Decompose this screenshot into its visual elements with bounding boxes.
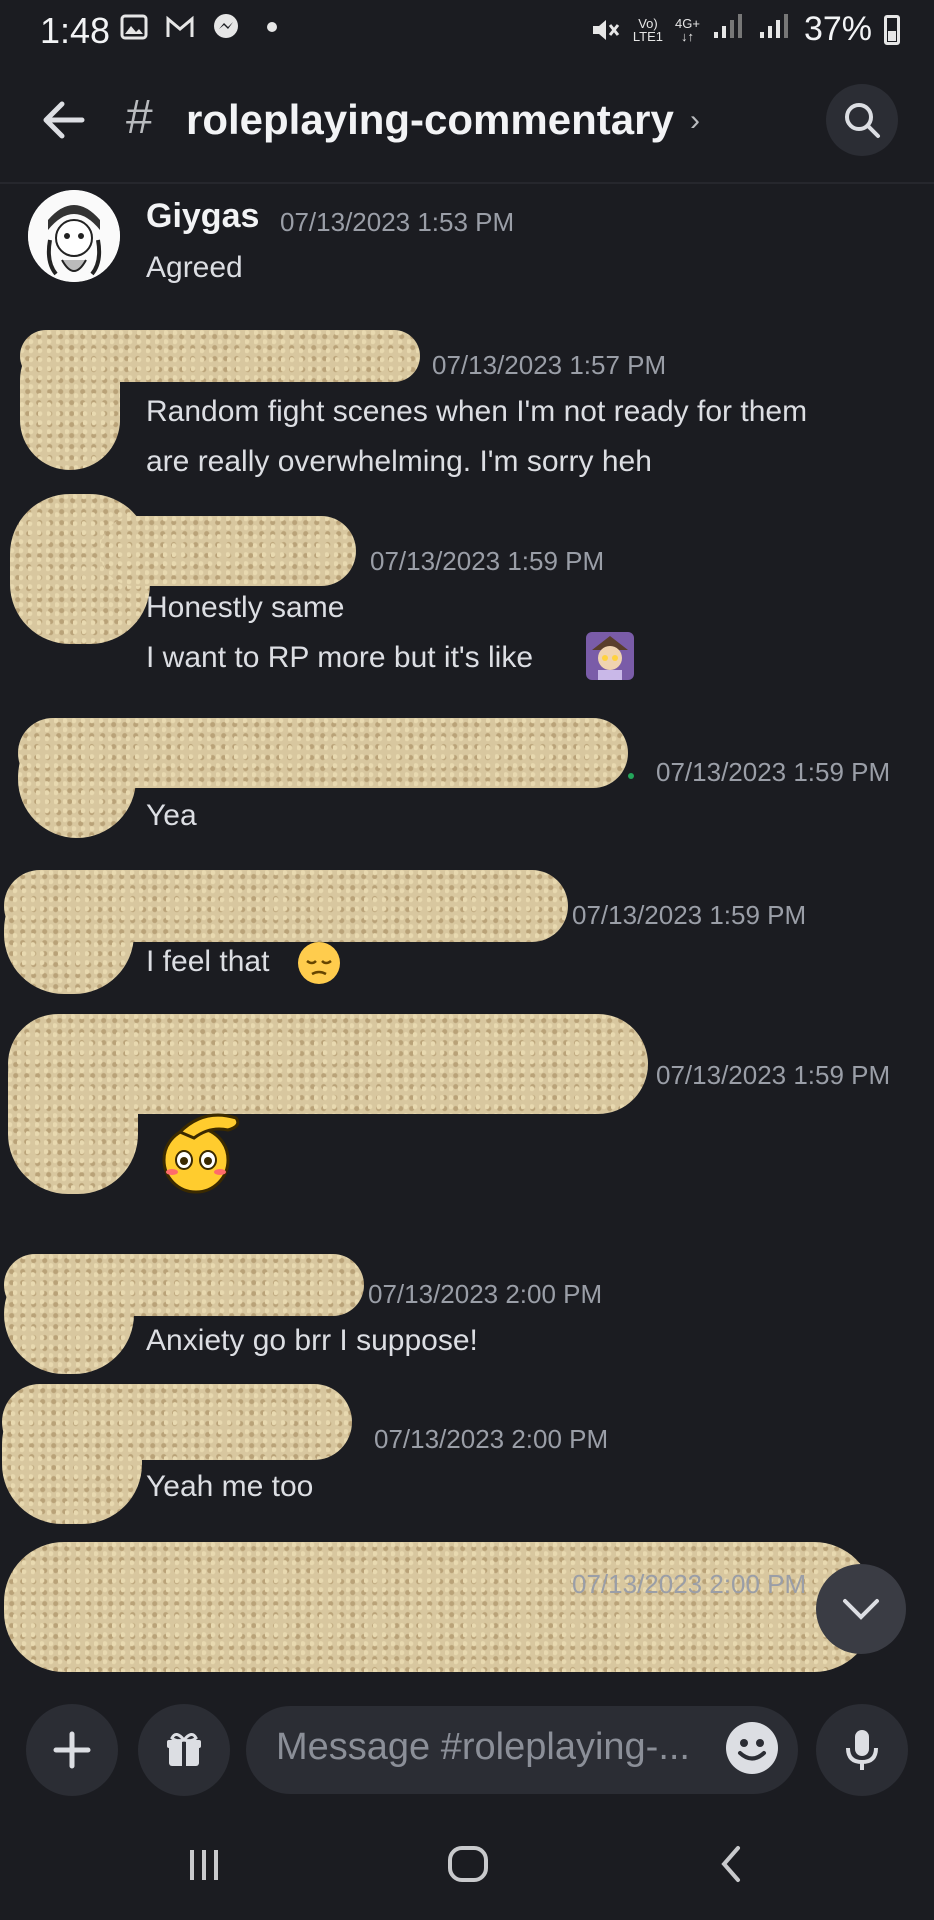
headpat-sticker-icon[interactable]: [150, 1104, 250, 1194]
back-nav-icon[interactable]: [712, 1844, 752, 1884]
volte-label: Vo): [638, 15, 658, 31]
message-text: Anxiety go brr I suppose!: [146, 1324, 478, 1357]
message-timestamp: 07/13/2023 1:59 PM: [572, 900, 807, 930]
redaction-blob: [4, 1542, 874, 1672]
chevron-down-icon: [843, 1599, 879, 1620]
message-text: Agreed: [146, 251, 243, 284]
custom-emoji-icon[interactable]: [586, 632, 634, 680]
scroll-to-bottom-button[interactable]: [816, 1564, 906, 1654]
message-text: Honestly same: [146, 591, 345, 624]
message-text: I feel that: [146, 945, 270, 978]
search-icon: [845, 103, 880, 138]
dot-icon: [256, 12, 288, 42]
redaction-blob: [2, 1384, 142, 1524]
message-timestamp: 07/13/2023 1:59 PM: [656, 1060, 891, 1090]
battery-percent: 37%: [803, 10, 872, 48]
gmail-icon: [164, 12, 196, 42]
search-button[interactable]: [826, 84, 898, 156]
mute-icon: [589, 15, 621, 45]
message-text: Random fight scenes when I'm not ready f…: [146, 395, 808, 428]
network-gen-indicator: 4G+ ↓↑: [675, 17, 700, 43]
message-author[interactable]: Giygas: [146, 197, 259, 236]
avatar[interactable]: [28, 190, 120, 282]
message-text: are really overwhelming. I'm sorry heh: [146, 445, 652, 478]
signal-icon-1: [712, 10, 746, 49]
online-status-dot: [628, 773, 634, 779]
redaction-blob: [20, 330, 120, 470]
channel-title[interactable]: roleplaying-commentary: [186, 96, 674, 144]
lte-label: LTE1: [632, 28, 663, 44]
plus-icon: [53, 1731, 91, 1769]
message-timestamp: 07/13/2023 2:00 PM: [572, 1569, 807, 1599]
message-text: Yea: [146, 799, 197, 832]
status-time: 1:48: [40, 10, 111, 51]
message-timestamp: 07/13/2023 1:59 PM: [370, 546, 605, 576]
channel-hash: #: [126, 91, 153, 144]
messenger-icon: [210, 12, 242, 42]
emoji-icon: [727, 1723, 777, 1773]
recents-nav-icon[interactable]: [184, 1844, 224, 1884]
message-text: I want to RP more but it's like: [146, 641, 533, 674]
message-placeholder[interactable]: Message #roleplaying-...: [276, 1726, 690, 1769]
message-text: Yeah me too: [146, 1470, 314, 1503]
pensive-face-icon[interactable]: [296, 940, 342, 986]
back-arrow-icon[interactable]: [38, 95, 88, 145]
battery-icon: [884, 14, 900, 45]
volte-indicator: Vo) LTE1: [633, 17, 663, 43]
network-gen-label: 4G+: [675, 15, 700, 31]
home-nav-icon[interactable]: [446, 1842, 490, 1886]
emoji-button[interactable]: [726, 1722, 778, 1774]
redaction-blob: [8, 1014, 138, 1194]
signal-icon-2: [758, 10, 792, 49]
redaction-blob: [18, 718, 136, 838]
gift-button[interactable]: [138, 1704, 230, 1796]
redaction-blob: [100, 516, 356, 586]
message-timestamp: 07/13/2023 1:57 PM: [432, 350, 667, 380]
voice-button[interactable]: [816, 1704, 908, 1796]
microphone-icon: [846, 1730, 878, 1770]
gallery-icon: [118, 12, 150, 42]
message-timestamp: 07/13/2023 2:00 PM: [374, 1424, 609, 1454]
attach-button[interactable]: [26, 1704, 118, 1796]
message-timestamp: 07/13/2023 1:53 PM: [280, 207, 515, 237]
gift-icon: [167, 1733, 201, 1766]
header-divider: [0, 182, 934, 184]
channel-chevron-icon[interactable]: ›: [690, 104, 700, 138]
message-timestamp: 07/13/2023 2:00 PM: [368, 1279, 603, 1309]
data-arrows-icon: ↓↑: [680, 28, 694, 44]
redaction-blob: [4, 1254, 134, 1374]
message-timestamp: 07/13/2023 1:59 PM: [656, 757, 891, 787]
redaction-blob: [4, 870, 134, 994]
notification-icons: [118, 12, 288, 42]
status-right: Vo) LTE1 4G+ ↓↑ 37%: [589, 10, 900, 49]
